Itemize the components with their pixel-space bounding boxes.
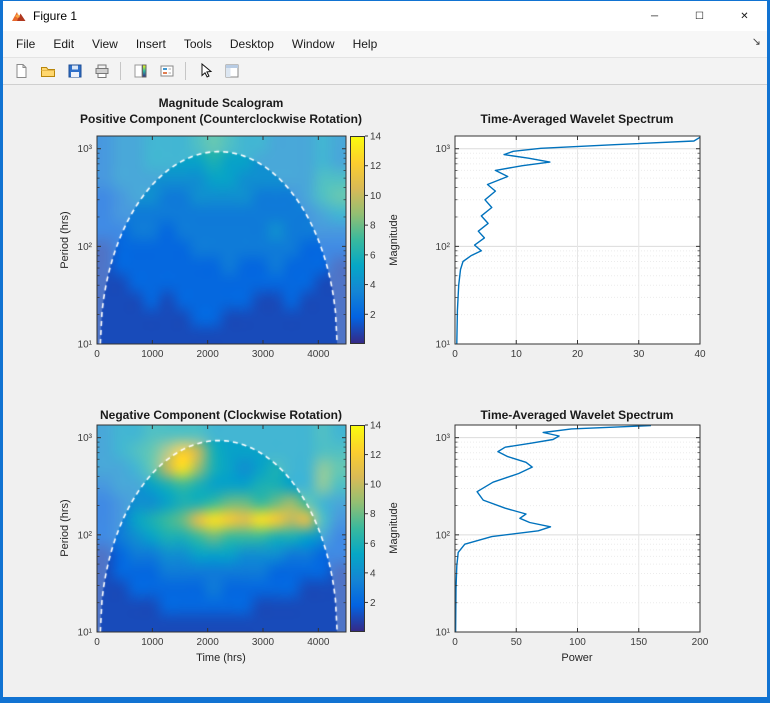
svg-text:10¹: 10¹ (78, 340, 93, 351)
negative-scalogram-heatmap (97, 425, 346, 632)
svg-text:10³: 10³ (78, 144, 93, 155)
svg-text:10¹: 10¹ (78, 628, 93, 639)
x-ticks-pos_spectrum: 0 10 20 30 40 (452, 136, 706, 360)
plot-browser-button[interactable] (219, 60, 244, 83)
colorbar-negative (350, 425, 365, 632)
svg-text:10: 10 (511, 349, 523, 360)
positive-scalogram-ylabel: Period (hrs) (59, 211, 71, 268)
svg-text:2: 2 (370, 310, 376, 321)
dock-figure-arrow-icon[interactable]: ↘ (752, 35, 761, 48)
svg-text:2000: 2000 (197, 349, 220, 360)
svg-text:3000: 3000 (252, 637, 275, 648)
negative-scalogram-title: Negative Component (Clockwise Rotation) (100, 408, 342, 422)
negative-spectrum-xlabel: Power (561, 652, 592, 664)
svg-text:150: 150 (630, 637, 647, 648)
window-controls: ─ ☐ ✕ (632, 1, 767, 31)
edit-plot-button[interactable] (192, 60, 217, 83)
svg-text:200: 200 (692, 637, 709, 648)
menu-item-insert[interactable]: Insert (127, 33, 175, 55)
colorbar-positive (350, 136, 365, 344)
svg-text:0: 0 (94, 349, 100, 360)
svg-text:0: 0 (94, 637, 100, 648)
y-ticks-pos_spectrum: 10¹ 10² 10³ (436, 144, 700, 350)
svg-text:6: 6 (370, 250, 376, 261)
svg-text:40: 40 (694, 349, 706, 360)
new-file-button[interactable] (8, 60, 33, 83)
figure-window: Figure 1 ─ ☐ ✕ File Edit View Insert Too… (0, 0, 770, 703)
svg-text:1000: 1000 (141, 349, 164, 360)
print-figure-button[interactable] (89, 60, 114, 83)
positive-scalogram-subtitle: Positive Component (Counterclockwise Rot… (80, 112, 362, 126)
positive-spectrum-title: Time-Averaged Wavelet Spectrum (481, 112, 674, 126)
figure-canvas: 0100020003000400010¹10²10³24681012140102… (3, 85, 767, 697)
negative-scalogram-ylabel: Period (hrs) (59, 499, 71, 556)
svg-text:12: 12 (370, 450, 382, 461)
svg-text:4: 4 (370, 568, 376, 579)
svg-text:12: 12 (370, 161, 382, 172)
menu-item-view[interactable]: View (83, 33, 127, 55)
svg-text:10²: 10² (78, 242, 93, 253)
close-button[interactable]: ✕ (722, 1, 767, 31)
colorbar-negative-label: Magnitude (388, 502, 400, 553)
titlebar[interactable]: Figure 1 ─ ☐ ✕ (3, 1, 767, 31)
svg-text:20: 20 (572, 349, 584, 360)
svg-text:100: 100 (569, 637, 586, 648)
svg-text:4000: 4000 (307, 349, 330, 360)
save-figure-button[interactable] (62, 60, 87, 83)
positive-scalogram-heatmap (97, 136, 346, 344)
svg-text:4000: 4000 (307, 637, 330, 648)
svg-text:4: 4 (370, 280, 376, 291)
menu-item-window[interactable]: Window (283, 33, 344, 55)
svg-text:10: 10 (370, 480, 382, 491)
menu-item-help[interactable]: Help (344, 33, 387, 55)
svg-text:3000: 3000 (252, 349, 275, 360)
svg-text:8: 8 (370, 509, 376, 520)
svg-text:50: 50 (511, 637, 523, 648)
svg-text:30: 30 (633, 349, 645, 360)
svg-text:6: 6 (370, 539, 376, 550)
menu-item-edit[interactable]: Edit (44, 33, 83, 55)
menu-item-file[interactable]: File (7, 33, 44, 55)
window-title: Figure 1 (33, 9, 77, 23)
svg-text:10³: 10³ (78, 433, 93, 444)
svg-text:1000: 1000 (141, 637, 164, 648)
menu-item-desktop[interactable]: Desktop (221, 33, 283, 55)
svg-text:10²: 10² (436, 530, 451, 541)
negative-scalogram-xlabel: Time (hrs) (196, 652, 246, 664)
insert-legend-button[interactable] (154, 60, 179, 83)
svg-text:10¹: 10¹ (436, 340, 451, 351)
svg-text:10³: 10³ (436, 144, 451, 155)
svg-text:10³: 10³ (436, 433, 451, 444)
menu-item-tools[interactable]: Tools (175, 33, 221, 55)
maximize-button[interactable]: ☐ (677, 1, 722, 31)
svg-text:2000: 2000 (197, 637, 220, 648)
svg-text:10²: 10² (436, 242, 451, 253)
svg-text:0: 0 (452, 637, 458, 648)
svg-text:10: 10 (370, 191, 382, 202)
toolbar-separator (120, 62, 121, 80)
minimize-button[interactable]: ─ (632, 1, 677, 31)
svg-text:10²: 10² (78, 530, 93, 541)
matlab-figure-icon (11, 8, 27, 24)
positive-scalogram-title: Magnitude Scalogram (159, 96, 284, 110)
svg-text:14: 14 (370, 421, 382, 432)
insert-colorbar-button[interactable] (127, 60, 152, 83)
y-ticks-neg_spectrum: 10¹ 10² 10³ (436, 433, 700, 638)
svg-text:2: 2 (370, 598, 376, 609)
svg-text:8: 8 (370, 221, 376, 232)
colorbar-positive-label: Magnitude (388, 214, 400, 265)
svg-text:0: 0 (452, 349, 458, 360)
svg-text:10¹: 10¹ (436, 628, 451, 639)
open-file-button[interactable] (35, 60, 60, 83)
svg-text:14: 14 (370, 132, 382, 143)
toolbar-separator (185, 62, 186, 80)
negative-spectrum-title: Time-Averaged Wavelet Spectrum (481, 408, 674, 422)
menubar: File Edit View Insert Tools Desktop Wind… (3, 31, 767, 58)
figure-toolbar (3, 58, 767, 85)
x-ticks-neg_spectrum: 0 50 100 150 200 (452, 425, 709, 648)
